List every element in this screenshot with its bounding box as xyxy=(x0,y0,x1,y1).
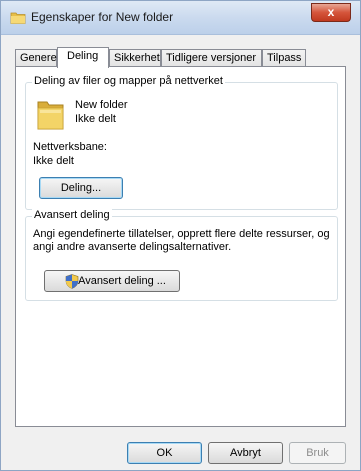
folder-icon xyxy=(37,101,64,130)
folder-icon xyxy=(10,12,26,24)
share-button[interactable]: Deling... xyxy=(39,177,123,199)
tab-sikkerhet[interactable]: Sikkerhet xyxy=(109,49,161,67)
network-sharing-group: Deling av filer og mapper på nettverket … xyxy=(25,75,338,210)
network-sharing-title: Deling av filer og mapper på nettverket xyxy=(32,75,225,87)
tab-tilpass[interactable]: Tilpass xyxy=(262,49,306,67)
advanced-sharing-description-line1: Angi egendefinerte tillatelser, opprett … xyxy=(33,228,330,240)
advanced-sharing-button-label: Avansert deling ... xyxy=(78,275,166,287)
tab-deling[interactable]: Deling xyxy=(57,47,109,68)
network-path-label: Nettverksbane: xyxy=(33,141,107,153)
sharing-panel: Deling av filer og mapper på nettverket … xyxy=(15,66,346,427)
advanced-sharing-group: Avansert deling Angi egendefinerte tilla… xyxy=(25,209,338,301)
window-title: Egenskaper for New folder xyxy=(31,10,174,24)
tab-generelt[interactable]: Generelt xyxy=(15,49,62,67)
folder-name: New folder xyxy=(75,99,128,111)
cancel-button[interactable]: Avbryt xyxy=(208,442,283,464)
folder-status: Ikke delt xyxy=(75,113,116,125)
tab-tidligere-versjoner[interactable]: Tidligere versjoner xyxy=(161,49,262,67)
network-path-value: Ikke delt xyxy=(33,155,74,167)
ok-button[interactable]: OK xyxy=(127,442,202,464)
apply-button[interactable]: Bruk xyxy=(289,442,346,464)
advanced-sharing-title: Avansert deling xyxy=(32,209,112,221)
shield-icon xyxy=(65,274,79,289)
title-bar[interactable]: Egenskaper for New folder x xyxy=(1,1,360,35)
advanced-sharing-button[interactable]: Avansert deling ... xyxy=(44,270,180,292)
advanced-sharing-description-line2: angi andre avanserte delingsalternativer… xyxy=(33,241,232,253)
close-button[interactable]: x xyxy=(311,3,351,22)
properties-dialog: Egenskaper for New folder x Generelt Del… xyxy=(0,0,361,471)
